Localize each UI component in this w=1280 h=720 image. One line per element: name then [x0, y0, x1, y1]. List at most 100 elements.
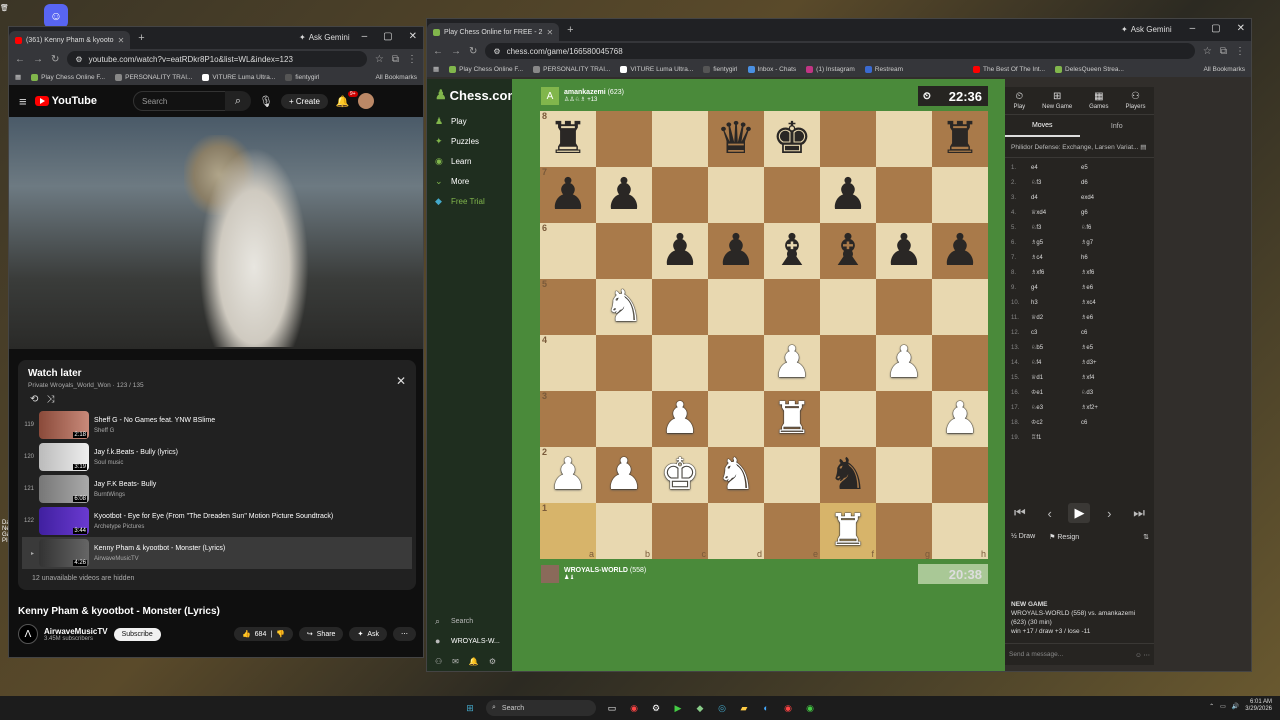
menu-icon[interactable]: ⋮	[407, 54, 417, 65]
file-explorer-icon[interactable]: ▰	[738, 702, 750, 714]
menu-icon[interactable]: ⋮	[1235, 46, 1245, 57]
search-input[interactable]: Search	[133, 91, 234, 111]
move-row[interactable]: 8. ♗xf6 ♗xf6	[1011, 265, 1148, 280]
move[interactable]: h6	[1081, 255, 1131, 261]
move[interactable]: ♔e1	[1031, 389, 1081, 396]
move-list[interactable]: 1. e4 e5 2. ♘f3 d6 3. d4 exd4 4. ♕xd4 g6 5. ♘f3 ♘f6 6. ♗…	[1005, 158, 1154, 447]
black-pawn-icon[interactable]: ♟	[940, 229, 979, 273]
move-row[interactable]: 17. ♘e3 ♗xf2+	[1011, 400, 1148, 415]
square-f8[interactable]	[820, 111, 876, 167]
move[interactable]: d6	[1081, 180, 1131, 186]
square-e3[interactable]: ♜	[764, 391, 820, 447]
square-a2[interactable]: 2 ♟	[540, 447, 596, 503]
square-e7[interactable]	[764, 167, 820, 223]
all-bookmarks[interactable]: All Bookmarks	[1203, 66, 1245, 73]
square-f6[interactable]: ♝	[820, 223, 876, 279]
square-g1[interactable]: g	[876, 503, 932, 559]
move-row[interactable]: 7. ♗c4 h6	[1011, 250, 1148, 265]
opponent-info[interactable]: A amankazemi (623) ♙♙♘♗ +13	[541, 87, 624, 105]
move[interactable]: ♗g5	[1031, 239, 1081, 246]
like-button[interactable]: 👍 684 | 👎	[233, 627, 293, 641]
bookmark-item[interactable]: The Best Of The Int...	[973, 65, 1045, 73]
channel-avatar[interactable]: Λ	[18, 624, 38, 644]
chess-tab[interactable]: Play Chess Online for FREE - 2 ✕	[427, 23, 560, 41]
more-options-icon[interactable]: ⋯	[393, 627, 416, 641]
notification-icon[interactable]: 🔔	[469, 657, 479, 666]
panel-new-game-button[interactable]: ⊞ New Game	[1042, 91, 1072, 110]
minimize-icon[interactable]: –	[362, 31, 368, 42]
back-icon[interactable]: ←	[433, 46, 443, 57]
settings-app-icon[interactable]: ⚙	[650, 702, 662, 714]
white-pawn-icon[interactable]: ♟	[884, 341, 923, 385]
reload-icon[interactable]: ↻	[51, 54, 59, 65]
steam-icon[interactable]: ◎	[716, 702, 728, 714]
square-f3[interactable]	[820, 391, 876, 447]
square-b7[interactable]: ♟	[596, 167, 652, 223]
chess-app-icon[interactable]: ◉	[804, 702, 816, 714]
tab-info[interactable]: Info	[1080, 115, 1155, 137]
square-e2[interactable]	[764, 447, 820, 503]
move[interactable]: ♗xf6	[1031, 269, 1081, 276]
move[interactable]: ♗d3+	[1081, 359, 1131, 366]
yt-tab[interactable]: (361) Kenny Pham & kyooto ✕	[9, 31, 131, 49]
white-rook-icon[interactable]: ♜	[772, 397, 811, 441]
create-button[interactable]: + Create	[280, 93, 328, 109]
move-row[interactable]: 18. ♔c2 c6	[1011, 415, 1148, 430]
list-item[interactable]: 121 6:08 Jay F.K Beats- Bully BurntWings	[22, 473, 412, 505]
square-e1[interactable]: e	[764, 503, 820, 559]
move[interactable]: h3	[1031, 300, 1081, 306]
move[interactable]: c3	[1031, 330, 1081, 336]
move[interactable]: ♗xf2+	[1081, 404, 1131, 411]
square-b6[interactable]	[596, 223, 652, 279]
next-move-icon[interactable]: ›	[1098, 503, 1120, 523]
extensions-icon[interactable]: ⧉	[392, 54, 399, 65]
star-icon[interactable]: ☆	[375, 54, 384, 65]
square-g7[interactable]	[876, 167, 932, 223]
maximize-icon[interactable]: ▢	[383, 31, 392, 42]
square-b1[interactable]: b	[596, 503, 652, 559]
move[interactable]: e5	[1081, 165, 1131, 171]
square-a1[interactable]: 1a	[540, 503, 596, 559]
move-row[interactable]: 15. ♕d1 ♗xf4	[1011, 370, 1148, 385]
message-input[interactable]: Send a message... ☺ ⋯	[1005, 643, 1154, 665]
move-row[interactable]: 12. c3 c6	[1011, 325, 1148, 340]
panel-games-button[interactable]: ▦ Games	[1089, 91, 1108, 110]
first-move-icon[interactable]: ⏮	[1009, 503, 1031, 523]
move[interactable]: ♘e3	[1031, 404, 1081, 411]
settings-icon[interactable]: ⚙	[489, 657, 496, 666]
square-c1[interactable]: c	[652, 503, 708, 559]
chrome-icon[interactable]: ◉	[628, 702, 640, 714]
new-tab-icon[interactable]: +	[138, 32, 144, 44]
square-d8[interactable]: ♛	[708, 111, 764, 167]
white-pawn-icon[interactable]: ♟	[660, 397, 699, 441]
move-row[interactable]: 2. ♘f3 d6	[1011, 175, 1148, 190]
last-move-icon[interactable]: ⏭	[1128, 503, 1150, 523]
square-e6[interactable]: ♝	[764, 223, 820, 279]
bookmark-item[interactable]: VITURE Luma Ultra...	[620, 65, 693, 73]
volume-icon[interactable]: 🔊	[1232, 703, 1239, 710]
square-d7[interactable]	[708, 167, 764, 223]
close-tab-icon[interactable]: ✕	[118, 36, 125, 45]
windows-start-icon[interactable]: ⊞	[464, 702, 476, 714]
square-f2[interactable]: ♞	[820, 447, 876, 503]
black-rook-icon[interactable]: ♜	[940, 117, 979, 161]
square-h7[interactable]	[932, 167, 988, 223]
move[interactable]: ♘f4	[1031, 359, 1081, 366]
move[interactable]: ♘b5	[1031, 344, 1081, 351]
friends-icon[interactable]: ⚇	[435, 657, 442, 666]
black-pawn-icon[interactable]: ♟	[604, 173, 643, 217]
square-h4[interactable]	[932, 335, 988, 391]
close-window-icon[interactable]: ✕	[1237, 23, 1245, 34]
bookmark-item[interactable]: (1) Instagram	[806, 65, 855, 73]
square-g5[interactable]	[876, 279, 932, 335]
square-g4[interactable]: ♟	[876, 335, 932, 391]
black-queen-icon[interactable]: ♛	[716, 117, 755, 161]
draw-button[interactable]: ½ Draw	[1011, 533, 1035, 541]
move[interactable]: ♗xf6	[1081, 269, 1131, 276]
all-bookmarks[interactable]: All Bookmarks	[375, 74, 417, 81]
square-d1[interactable]: d	[708, 503, 764, 559]
move[interactable]: ♗xf4	[1081, 374, 1131, 381]
square-h6[interactable]: ♟	[932, 223, 988, 279]
move-row[interactable]: 19. ♖f1	[1011, 430, 1148, 445]
back-icon[interactable]: ←	[15, 54, 25, 65]
